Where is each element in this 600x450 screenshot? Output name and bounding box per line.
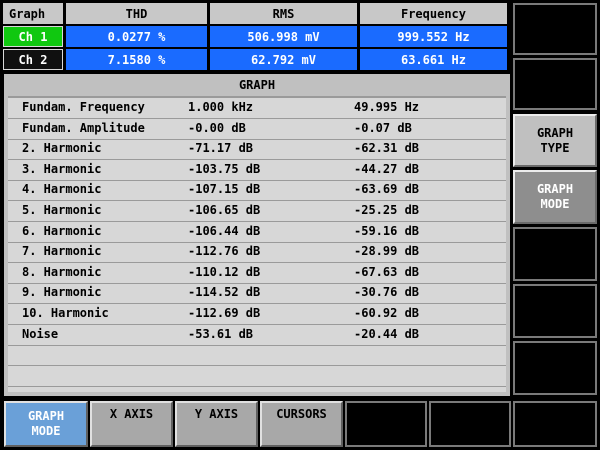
ch2-level-value: -20.44 dB	[354, 326, 420, 341]
softkey-right-6[interactable]	[513, 284, 597, 338]
empty-row	[8, 366, 506, 387]
ch1-level-value: -110.12 dB	[188, 264, 261, 279]
harmonic-label: 4. Harmonic	[22, 182, 102, 197]
ch2-level-value: -25.25 dB	[354, 203, 420, 217]
ch1-level-value: -0.00 dB	[188, 120, 246, 135]
softkey-bottom-6[interactable]	[429, 401, 511, 447]
harmonic-label: 2. Harmonic	[22, 141, 102, 156]
y-axis-softkey[interactable]: Y AXIS	[175, 401, 258, 447]
table-row: Noise -53.61 dB -20.44 dB	[8, 325, 506, 346]
empty-row	[8, 345, 506, 367]
x-axis-softkey[interactable]: X AXIS	[90, 401, 173, 447]
ch2-thd-value: 7.1580 %	[66, 49, 207, 70]
harmonic-label: Noise	[22, 326, 59, 341]
ch1-level-value: 1.000 kHz	[188, 100, 254, 114]
header-rms: RMS	[210, 3, 357, 24]
table-row: 6. Harmonic -106.44 dB -59.16 dB	[8, 222, 506, 243]
softkey-right-5[interactable]	[513, 227, 597, 281]
ch1-level-value: -112.76 dB	[188, 244, 261, 259]
ch2-level-value: -60.92 dB	[354, 306, 420, 320]
header-graph: Graph	[3, 3, 63, 24]
harmonic-label: Fundam. Frequency	[22, 100, 145, 114]
softkey-right-7[interactable]	[513, 341, 597, 395]
channel-2-badge[interactable]: Ch 2	[3, 49, 63, 70]
table-row: 2. Harmonic -71.17 dB -62.31 dB	[8, 139, 506, 161]
softkey-bottom-5[interactable]	[345, 401, 427, 447]
ch1-level-value: -103.75 dB	[188, 161, 261, 176]
table-row: Fundam. Frequency 1.000 kHz 49.995 Hz	[8, 98, 506, 119]
ch1-level-value: -71.17 dB	[188, 141, 254, 156]
softkey-right-2[interactable]	[513, 58, 597, 110]
graph-mode-side-softkey[interactable]: GRAPH MODE	[513, 170, 597, 224]
channel-1-badge[interactable]: Ch 1	[3, 26, 63, 47]
ch2-level-value: -62.31 dB	[354, 141, 420, 156]
ch2-level-value: 49.995 Hz	[354, 100, 420, 114]
measurement-table: Graph THD RMS Frequency Ch 1 0.0277 % 50…	[0, 0, 512, 72]
ch2-level-value: -28.99 dB	[354, 244, 420, 259]
harmonic-label: Fundam. Amplitude	[22, 120, 145, 135]
ch2-frequency-value: 63.661 Hz	[360, 49, 507, 70]
ch2-level-value: -63.69 dB	[354, 182, 420, 197]
table-row: 7. Harmonic -112.76 dB -28.99 dB	[8, 242, 506, 264]
ch1-thd-value: 0.0277 %	[66, 26, 207, 47]
graph-mode-bottom-softkey[interactable]: GRAPH MODE	[4, 401, 88, 447]
harmonics-table: Fundam. Frequency 1.000 kHz 49.995 Hz Funda…	[8, 96, 506, 392]
table-row: 9. Harmonic -114.52 dB -30.76 dB	[8, 283, 506, 305]
ch2-rms-value: 62.792 mV	[210, 49, 357, 70]
header-thd: THD	[66, 3, 207, 24]
table-row: Fundam. Amplitude -0.00 dB -0.07 dB	[8, 119, 506, 140]
ch1-level-value: -107.15 dB	[188, 182, 261, 197]
harmonic-label: 6. Harmonic	[22, 223, 102, 238]
softkey-right-1[interactable]	[513, 3, 597, 55]
graph-type-softkey[interactable]: GRAPH TYPE	[513, 114, 597, 167]
ch2-level-value: -44.27 dB	[354, 161, 420, 176]
table-row: 10. Harmonic -112.69 dB -60.92 dB	[8, 304, 506, 325]
softkey-bottom-7[interactable]	[513, 401, 597, 447]
harmonic-label: 5. Harmonic	[22, 203, 102, 217]
harmonic-label: 9. Harmonic	[22, 285, 102, 300]
table-row: 3. Harmonic -103.75 dB -44.27 dB	[8, 160, 506, 181]
header-frequency: Frequency	[360, 3, 507, 24]
ch2-level-value: -67.63 dB	[354, 264, 420, 279]
ch1-level-value: -53.61 dB	[188, 326, 254, 341]
harmonic-label: 3. Harmonic	[22, 161, 102, 176]
graph-panel-title: GRAPH	[238, 78, 276, 92]
harmonic-label: 10. Harmonic	[22, 306, 109, 320]
ch1-level-value: -112.69 dB	[188, 306, 261, 320]
table-row: 4. Harmonic -107.15 dB -63.69 dB	[8, 180, 506, 202]
ch1-frequency-value: 999.552 Hz	[360, 26, 507, 47]
harmonic-label: 8. Harmonic	[22, 264, 102, 279]
ch1-rms-value: 506.998 mV	[210, 26, 357, 47]
cursors-softkey[interactable]: CURSORS	[260, 401, 343, 447]
table-row: 5. Harmonic -106.65 dB -25.25 dB	[8, 201, 506, 222]
ch2-level-value: -0.07 dB	[354, 120, 412, 135]
harmonic-label: 7. Harmonic	[22, 244, 102, 259]
ch2-level-value: -59.16 dB	[354, 223, 420, 238]
graph-panel: GRAPH Fundam. Frequency 1.000 kHz 49.995 H…	[4, 74, 510, 396]
ch2-level-value: -30.76 dB	[354, 285, 420, 300]
ch1-level-value: -106.65 dB	[188, 203, 261, 217]
ch1-level-value: -106.44 dB	[188, 223, 261, 238]
table-row: 8. Harmonic -110.12 dB -67.63 dB	[8, 263, 506, 284]
ch1-level-value: -114.52 dB	[188, 285, 261, 300]
